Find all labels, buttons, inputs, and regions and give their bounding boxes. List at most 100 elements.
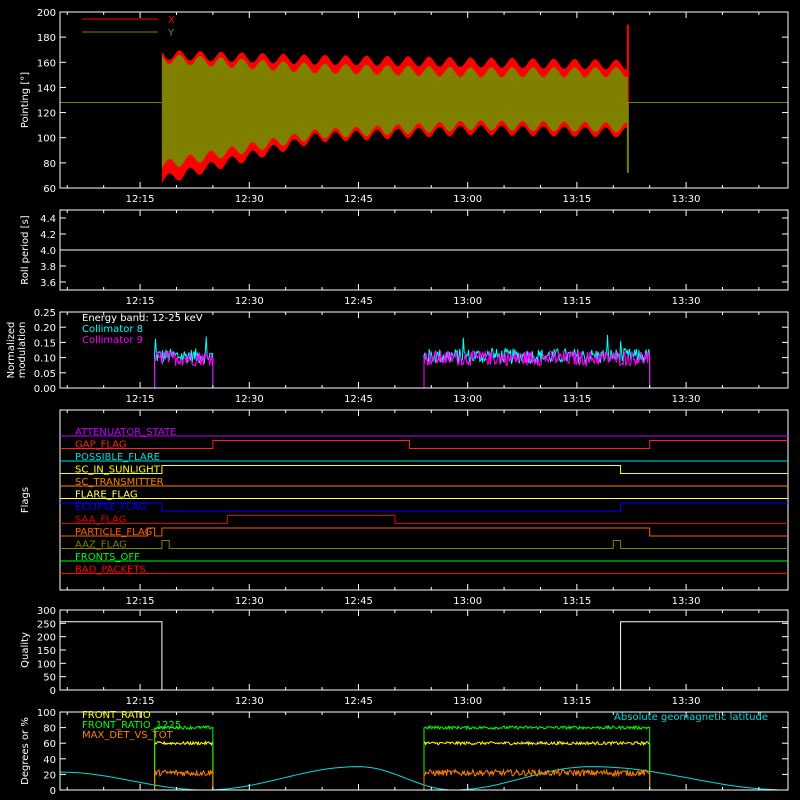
ratio-series-MAX_DET_VS_TOT	[423, 767, 651, 790]
y-tick-label: 100	[37, 659, 56, 670]
x-tick-label: 13:00	[453, 596, 482, 607]
y-tick-label: 60	[43, 184, 56, 195]
x-tick-label: 12:15	[126, 696, 155, 707]
ratio-series-FRONT_RATIO_1225	[423, 724, 651, 790]
flag-label-GAP_FLAG: GAP_FLAG	[75, 440, 127, 451]
x-tick-label: 12:15	[126, 296, 155, 307]
flag-line-GAP_FLAG	[60, 440, 788, 449]
x-tick-label: 12:45	[344, 596, 373, 607]
y-tick-label: 3.6	[40, 278, 56, 289]
modulation-legend-entry: Energy band: 12-25 keV	[82, 313, 203, 324]
flag-label-ECLIPSE_FLAG: ECLIPSE_FLAG	[75, 502, 146, 513]
y-tick-label: 4.4	[40, 214, 56, 225]
x-tick-label: 12:30	[235, 696, 264, 707]
flag-line-ECLIPSE_FLAG	[60, 502, 788, 512]
flag-line-SAA_FLAG	[60, 515, 788, 524]
flag-line-SC_IN_SUNLIGHT	[60, 465, 788, 474]
y-tick-label: 100	[37, 708, 56, 719]
x-tick-label: 13:15	[562, 596, 591, 607]
x-tick-label: 13:30	[672, 696, 701, 707]
x-tick-label: 12:30	[235, 394, 264, 405]
x-tick-label: 13:15	[562, 394, 591, 405]
y-axis-label: Roll period [s]	[20, 215, 31, 284]
y-tick-label: 40	[43, 755, 56, 766]
y-tick-label: 100	[37, 134, 56, 145]
flag-label-FLARE_FLAG: FLARE_FLAG	[75, 490, 138, 501]
y-axis-label: Quality	[20, 632, 31, 668]
flag-line-AAZ_FLAG	[60, 540, 788, 549]
y-tick-label: 180	[37, 33, 56, 44]
x-tick-label: 13:30	[672, 394, 701, 405]
y-tick-label: 0.25	[34, 308, 56, 319]
y-tick-label: 0.05	[34, 369, 56, 380]
flag-label-AAZ_FLAG: AAZ_FLAG	[75, 540, 127, 551]
x-tick-label: 13:00	[453, 696, 482, 707]
y-tick-label: 160	[37, 58, 56, 69]
y-axis-label: modulation	[17, 322, 28, 379]
latitude-legend-label: Absolute geomagnetic latitude	[614, 712, 768, 723]
x-tick-label: 13:30	[672, 194, 701, 205]
flag-label-FRONTS_OFF: FRONTS_OFF	[75, 552, 140, 563]
x-tick-label: 12:30	[235, 596, 264, 607]
x-tick-label: 12:45	[344, 696, 373, 707]
x-tick-label: 13:00	[453, 394, 482, 405]
x-tick-label: 13:15	[562, 194, 591, 205]
y-tick-label: 200	[37, 633, 56, 644]
flag-label-ATTENUATOR_STATE: ATTENUATOR_STATE	[75, 427, 176, 438]
y-axis-label: Flags	[20, 487, 31, 513]
ratio-series-FRONT_RATIO	[423, 740, 651, 790]
x-tick-label: 12:15	[126, 394, 155, 405]
y-tick-label: 80	[43, 159, 56, 170]
flag-label-SC_IN_SUNLIGHT: SC_IN_SUNLIGHT	[75, 465, 161, 476]
x-tick-label: 13:15	[562, 296, 591, 307]
y-tick-label: 50	[43, 673, 56, 684]
y-tick-label: 300	[37, 606, 56, 617]
x-tick-label: 13:00	[453, 194, 482, 205]
ratio-legend-MAX_DET_VS_TOT: MAX_DET_VS_TOT	[82, 730, 174, 741]
modulation-legend-entry: Collimator 8	[82, 324, 143, 335]
x-tick-label: 13:15	[562, 696, 591, 707]
y-tick-label: 250	[37, 619, 56, 630]
y-tick-label: 4.2	[40, 230, 56, 241]
y-tick-label: 200	[37, 8, 56, 19]
y-axis-label: Pointing [°]	[20, 72, 31, 128]
y-tick-label: 0	[50, 686, 56, 697]
y-tick-label: 0.15	[34, 338, 56, 349]
y-tick-label: 60	[43, 739, 56, 750]
y-tick-label: 150	[37, 646, 56, 657]
hessi-monitor-rate-figure: 6080100120140160180200Pointing [°]12:15 1…	[6, 8, 789, 797]
y-tick-label: 20	[43, 770, 56, 781]
y-tick-label: 120	[37, 109, 56, 120]
x-tick-label: 12:30	[235, 194, 264, 205]
x-tick-label: 12:15	[126, 194, 155, 205]
x-tick-label: 12:15	[126, 596, 155, 607]
modulation-legend-entry: Collimator 9	[82, 335, 143, 346]
y-tick-label: 0	[50, 786, 56, 797]
y-tick-label: 0.00	[34, 384, 56, 395]
legend-label-Y: Y	[167, 28, 175, 39]
y-tick-label: 140	[37, 83, 56, 94]
flag-label-SAA_FLAG: SAA_FLAG	[75, 515, 126, 526]
y-tick-label: 80	[43, 724, 56, 735]
legend-label-X: X	[168, 15, 175, 26]
y-axis-label: Degrees or %	[20, 717, 31, 785]
flag-label-PARTICLE_FLAG: PARTICLE_FLAG	[75, 527, 152, 538]
x-tick-label: 12:45	[344, 194, 373, 205]
flag-label-POSSIBLE_FLARE: POSSIBLE_FLARE	[75, 452, 160, 463]
x-tick-label: 13:30	[672, 296, 701, 307]
x-tick-label: 13:30	[672, 596, 701, 607]
y-tick-label: 4.0	[40, 246, 56, 257]
quality-line	[60, 621, 788, 691]
ratio-series-FRONT_RATIO	[154, 740, 214, 790]
flag-label-BAD_PACKETS: BAD_PACKETS	[75, 565, 146, 576]
flag-line-PARTICLE_FLAG	[60, 527, 788, 537]
flag-label-SC_TRANSMITTER: SC_TRANSMITTER	[75, 477, 164, 488]
y-axis-label: Normalized	[6, 322, 17, 379]
x-tick-label: 12:45	[344, 394, 373, 405]
y-tick-label: 3.8	[40, 262, 56, 273]
y-tick-label: 0.20	[34, 323, 56, 334]
x-tick-label: 12:30	[235, 296, 264, 307]
x-tick-label: 13:00	[453, 296, 482, 307]
y-tick-label: 0.10	[34, 354, 56, 365]
x-tick-label: 12:45	[344, 296, 373, 307]
